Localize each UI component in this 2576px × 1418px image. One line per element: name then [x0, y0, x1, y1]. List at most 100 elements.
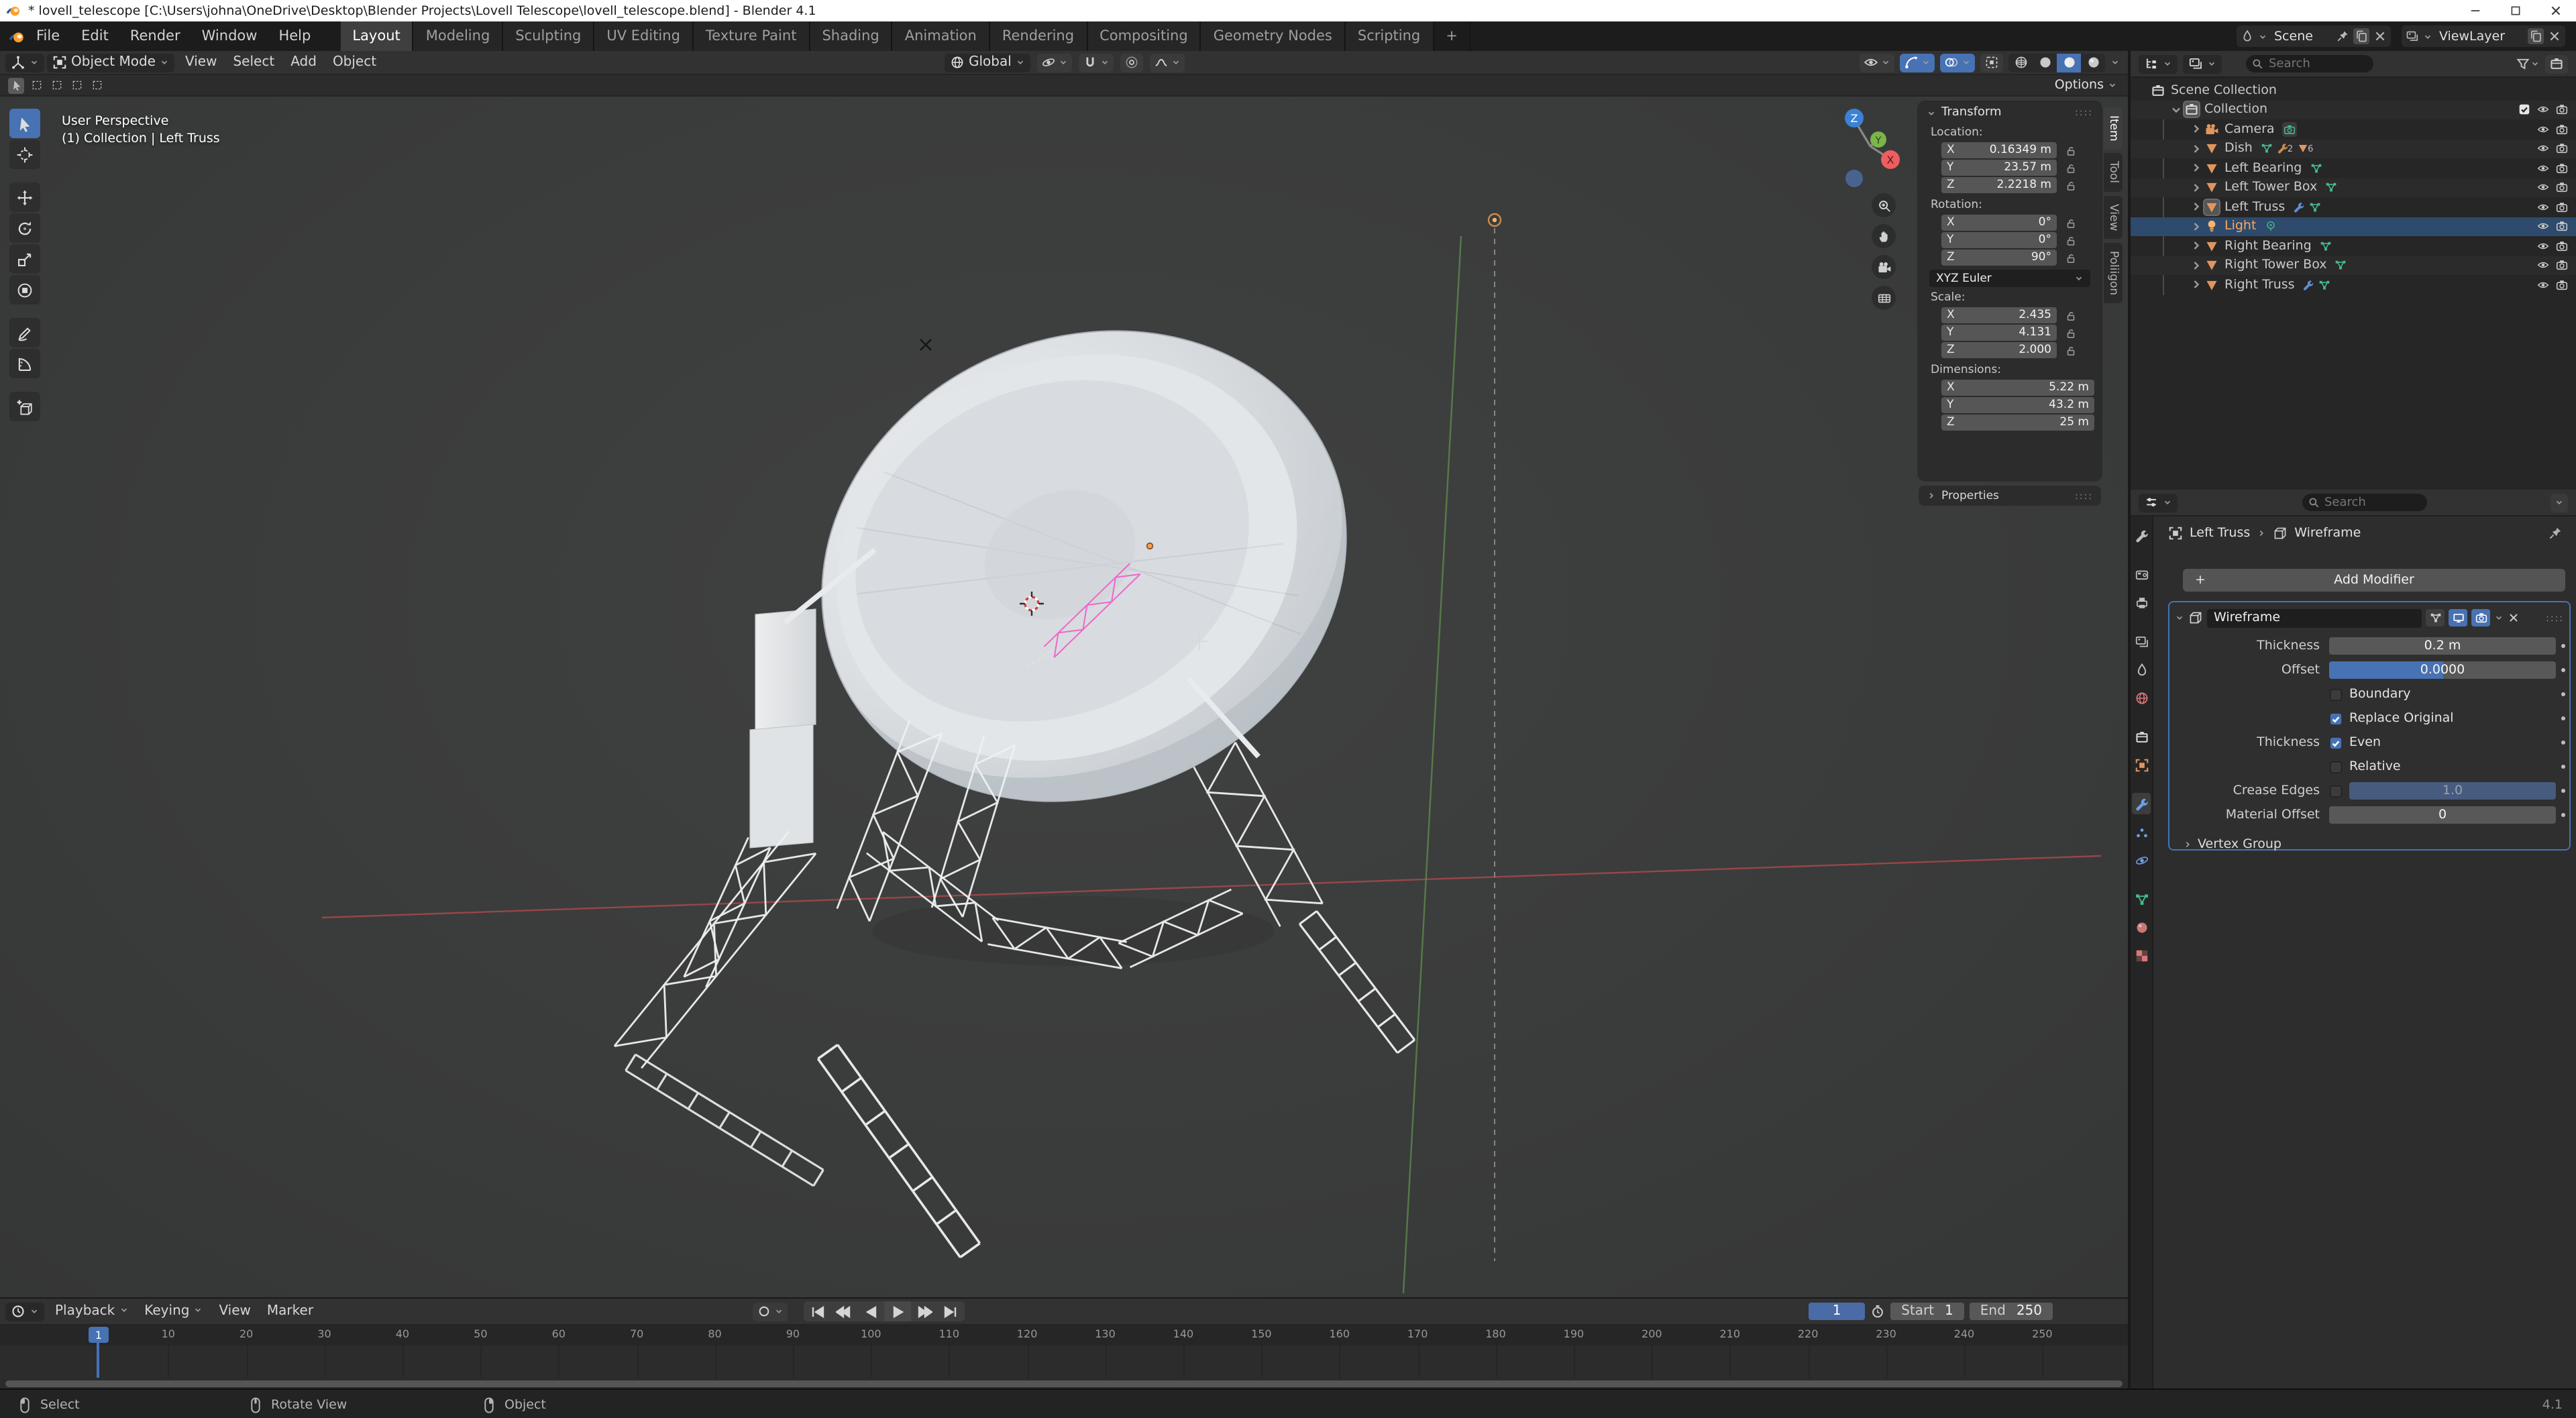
modifier-field-material-offset[interactable]: Material Offset0	[2169, 806, 2556, 824]
lock-icon[interactable]	[2065, 327, 2077, 339]
hide-in-viewport-toggle[interactable]	[2537, 162, 2549, 174]
location-x-field[interactable]: X0.16349 m	[1941, 142, 2101, 158]
modifier-extras-chevron-icon[interactable]	[2494, 613, 2504, 622]
checkbox-boundary[interactable]	[2329, 688, 2343, 701]
disable-in-renders-toggle[interactable]	[2556, 123, 2568, 135]
viewport-menu-object[interactable]: Object	[325, 55, 384, 70]
snapping-button[interactable]	[1079, 53, 1114, 72]
mode-dropdown[interactable]: Object Mode	[47, 53, 174, 72]
workspace-tab-modeling[interactable]: Modeling	[414, 21, 504, 51]
render-display-toggle[interactable]	[2471, 609, 2490, 626]
shading-options-chevron-icon[interactable]	[2110, 58, 2120, 67]
modifier-drag-dots[interactable]: ::::	[2546, 612, 2564, 623]
new-view-layer-icon[interactable]	[2528, 28, 2544, 44]
properties-tab-output[interactable]	[2132, 592, 2151, 613]
expand-chevron-icon[interactable]	[2190, 259, 2203, 272]
properties-tab-physics[interactable]	[2132, 849, 2151, 871]
menu-window[interactable]: Window	[191, 28, 268, 44]
lock-icon[interactable]	[2065, 344, 2077, 356]
outliner-row-camera[interactable]: Camera	[2131, 119, 2576, 139]
disable-in-renders-toggle[interactable]	[2556, 240, 2568, 252]
shading-rendered-button[interactable]	[2081, 53, 2105, 72]
properties-tab-texture[interactable]	[2132, 944, 2151, 966]
rotation-y-field[interactable]: Y0°	[1941, 232, 2101, 248]
blender-menu-icon[interactable]	[8, 28, 25, 45]
dimensions-y-field[interactable]: Y43.2 m	[1941, 397, 2101, 413]
vertex-group-subpanel[interactable]: Vertex Group	[2183, 837, 2569, 852]
viewport-menu-add[interactable]: Add	[282, 55, 325, 70]
modifier-field-crease-edges[interactable]: Crease Edges1.0	[2169, 782, 2556, 800]
outliner-row-right-truss[interactable]: Right Truss	[2131, 275, 2576, 294]
stopwatch-icon[interactable]	[1870, 1304, 1885, 1319]
animate-property-dot[interactable]	[2561, 692, 2565, 696]
animate-property-dot[interactable]	[2561, 716, 2565, 720]
select-mode-invert-button[interactable]	[68, 77, 85, 93]
navigation-gizmo[interactable]: Z Y X	[1827, 102, 1908, 190]
frame-end-field[interactable]: End 250	[1970, 1303, 2053, 1320]
workspace-tab-animation[interactable]: Animation	[893, 21, 990, 51]
hide-in-viewport-toggle[interactable]	[2537, 143, 2549, 155]
pivot-point-button[interactable]	[1037, 53, 1072, 72]
current-frame-field[interactable]: 1	[1809, 1303, 1865, 1320]
display-mode-button[interactable]	[2183, 54, 2222, 73]
properties-tab-object[interactable]	[2132, 754, 2151, 775]
sidebar-tab-tool[interactable]: Tool	[2104, 154, 2123, 192]
menu-file[interactable]: File	[25, 28, 70, 44]
workspace-tab-rendering[interactable]: Rendering	[990, 21, 1087, 51]
frame-start-field[interactable]: Start 1	[1890, 1303, 1964, 1320]
sidebar-tab-view[interactable]: View	[2104, 196, 2123, 239]
disable-in-renders-toggle[interactable]	[2556, 201, 2568, 213]
workspace-tab-scripting[interactable]: Scripting	[1346, 21, 1434, 51]
frame-ruler[interactable]: 1020304050607080901001101201301401501601…	[0, 1325, 2128, 1346]
hide-in-viewport-toggle[interactable]	[2537, 240, 2549, 252]
properties-tab-object-data[interactable]	[2132, 888, 2151, 910]
jump-to-end-button[interactable]	[938, 1301, 965, 1321]
lock-icon[interactable]	[2065, 252, 2077, 264]
workspace-tab-compositing[interactable]: Compositing	[1087, 21, 1201, 51]
modifier-name-field[interactable]: Wireframe	[2207, 608, 2422, 627]
hide-in-viewport-toggle[interactable]	[2537, 104, 2549, 116]
tool-rotate-button[interactable]	[9, 213, 40, 243]
disable-in-renders-toggle[interactable]	[2556, 182, 2568, 194]
expand-chevron-icon[interactable]	[2190, 220, 2203, 233]
light-object-gizmo[interactable]	[1489, 214, 1501, 226]
left-tower-box[interactable]	[750, 609, 816, 848]
properties-tab-modifiers[interactable]	[2132, 793, 2151, 814]
shading-solid-button[interactable]	[2033, 53, 2057, 72]
panel-drag-dots[interactable]: ::::	[2075, 490, 2093, 501]
tool-annotate-button[interactable]	[9, 318, 40, 347]
workspace-tab-uv-editing[interactable]: UV Editing	[594, 21, 694, 51]
orientation-dropdown[interactable]: Global	[945, 53, 1030, 72]
close-button[interactable]	[2536, 0, 2576, 21]
properties-options-button[interactable]	[2551, 493, 2568, 512]
edit-mode-display-toggle[interactable]	[2426, 609, 2445, 626]
proportional-editing-button[interactable]	[1120, 53, 1143, 72]
modifier-field-thickness[interactable]: Thickness0.2 m	[2169, 637, 2556, 655]
falloff-button[interactable]	[1150, 53, 1185, 72]
menu-edit[interactable]: Edit	[70, 28, 119, 44]
viewport-menu-view[interactable]: View	[177, 55, 225, 70]
tool-scale-button[interactable]	[9, 244, 40, 274]
expand-chevron-icon[interactable]	[2190, 239, 2203, 253]
new-collection-button[interactable]	[2545, 54, 2568, 73]
workspace-tab-geometry-nodes[interactable]: Geometry Nodes	[1201, 21, 1346, 51]
menu-help[interactable]: Help	[268, 28, 321, 44]
xray-toggle[interactable]	[1980, 53, 2003, 72]
properties-tab-collection[interactable]	[2132, 726, 2151, 747]
properties-tab-render[interactable]	[2132, 563, 2151, 585]
workspace-tab-texture-paint[interactable]: Texture Paint	[694, 21, 810, 51]
select-mode-new-button[interactable]	[8, 77, 24, 93]
disable-in-renders-toggle[interactable]	[2556, 162, 2568, 174]
timeline-menu-view[interactable]: View	[211, 1304, 258, 1319]
scale-x-field[interactable]: X2.435	[1941, 307, 2101, 323]
realtime-display-toggle[interactable]	[2449, 609, 2467, 626]
zoom-button[interactable]	[1872, 193, 1896, 217]
delete-view-layer-icon[interactable]	[2548, 30, 2561, 43]
collapse-chevron-icon[interactable]	[2175, 613, 2184, 622]
properties-tab-particles[interactable]	[2132, 821, 2151, 842]
next-keyframe-button[interactable]	[911, 1301, 938, 1321]
scale-y-field[interactable]: Y4.131	[1941, 325, 2101, 341]
pin-icon[interactable]	[2336, 30, 2349, 43]
pan-button[interactable]	[1872, 224, 1896, 248]
add-workspace-button[interactable]: +	[1434, 21, 1471, 51]
